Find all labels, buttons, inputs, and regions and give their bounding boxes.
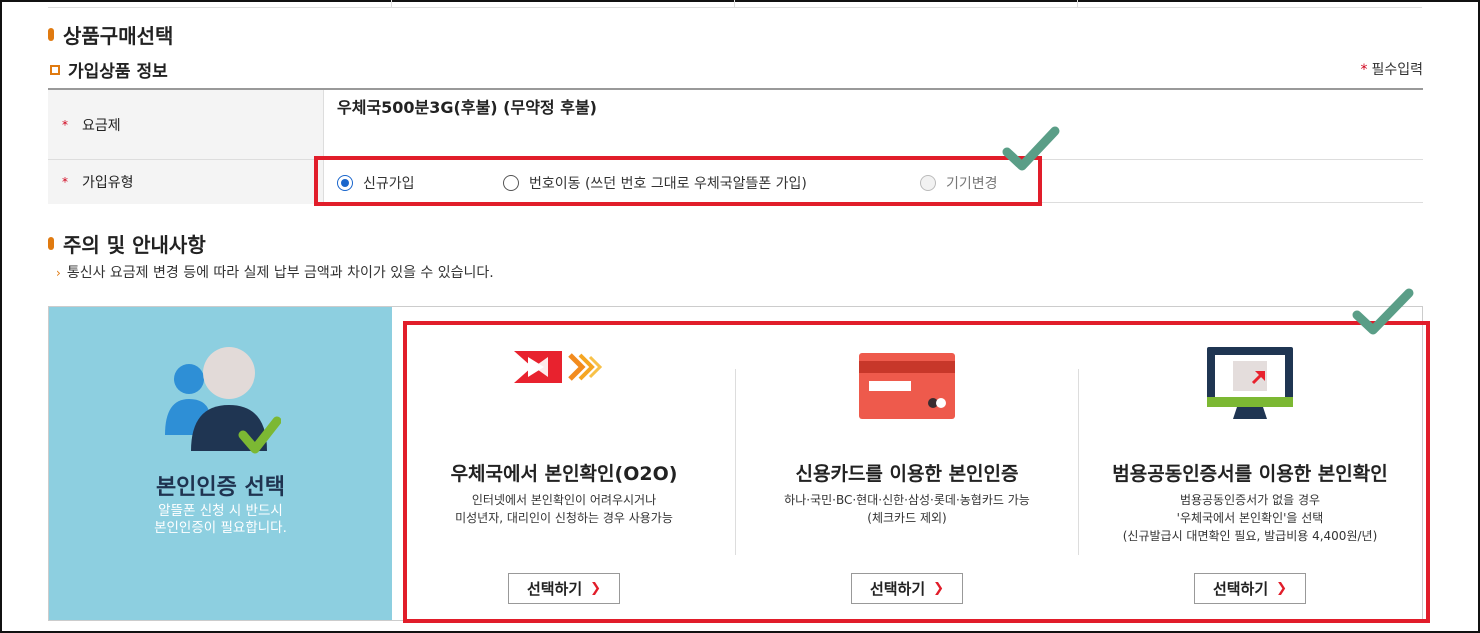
verification-intro-panel: 본인인증 선택 알뜰폰 신청 시 반드시 본인인증이 필요합니다. — [49, 307, 392, 620]
checkmark-icon — [1002, 126, 1060, 171]
rate-plan-cell: 우체국500분3G(후불) (무약정 후불) — [323, 90, 1423, 159]
section-bullet-icon — [48, 28, 54, 41]
user-verified-icon — [165, 347, 281, 454]
subtitle-subscription-info: 가입상품 정보 — [50, 57, 168, 82]
checkmark-icon — [1352, 288, 1414, 335]
notice-text: › 통신사 요금제 변경 등에 따라 실제 납부 금액과 차이가 있을 수 있습니… — [56, 265, 494, 281]
required-note: * 필수입력 — [1360, 62, 1423, 78]
verification-panel-desc: 알뜰폰 신청 시 반드시 본인인증이 필요합니다. — [154, 503, 287, 536]
join-type-header: * 가입유형 — [48, 160, 323, 204]
section-title-product-selection: 상품구매선택 — [48, 20, 173, 49]
highlight-box-join-type — [314, 156, 1042, 206]
highlight-box-verification-options — [403, 321, 1430, 623]
previous-table-edge — [48, 0, 1422, 8]
section-bullet-icon — [48, 237, 54, 250]
rate-plan-row: * 요금제 우체국500분3G(후불) (무약정 후불) — [48, 90, 1423, 160]
section-title-notice: 주의 및 안내사항 — [48, 229, 206, 258]
verification-panel-title: 본인인증 선택 — [155, 475, 286, 500]
arrow-bullet-icon: › — [56, 266, 61, 280]
rate-plan-header: * 요금제 — [48, 90, 323, 159]
rate-plan-value: 우체국500분3G(후불) (무약정 후불) — [337, 98, 597, 117]
square-bullet-icon — [50, 64, 60, 75]
